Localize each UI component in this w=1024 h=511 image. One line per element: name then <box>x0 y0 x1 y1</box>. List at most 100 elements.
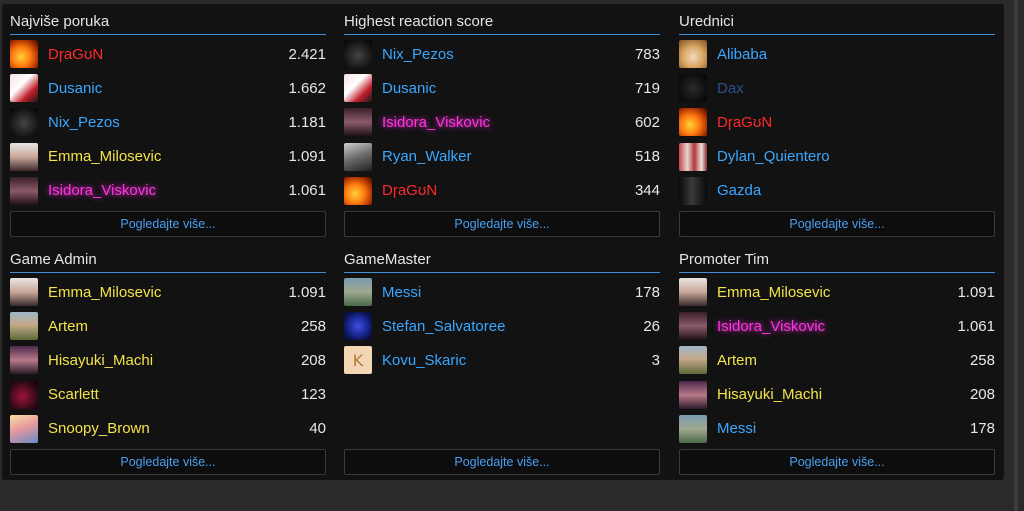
block-title[interactable]: Highest reaction score <box>344 8 660 35</box>
avatar[interactable] <box>10 414 38 443</box>
avatar[interactable] <box>10 40 38 69</box>
block-title[interactable]: Promoter Tim <box>679 246 995 273</box>
list-item: Alibaba <box>679 37 995 71</box>
block-title[interactable]: GameMaster <box>344 246 660 273</box>
avatar[interactable] <box>679 74 707 103</box>
view-more-button[interactable]: Pogledajte više... <box>679 449 995 475</box>
username-link[interactable]: Isidora_Viskovic <box>382 114 635 131</box>
username-link[interactable]: Gazda <box>717 182 995 199</box>
avatar[interactable] <box>10 380 38 409</box>
list-item: Dylan_Quientero <box>679 140 995 174</box>
avatar[interactable] <box>10 108 38 137</box>
username-link[interactable]: Artem <box>717 352 970 369</box>
username-link[interactable]: Emma_Milosevic <box>48 148 288 165</box>
avatar[interactable] <box>679 176 707 205</box>
list-item: Isidora_Viskovic 1.061 <box>10 174 326 208</box>
view-more-button[interactable]: Pogledajte više... <box>344 449 660 475</box>
avatar[interactable] <box>679 108 707 137</box>
member-count: 344 <box>634 182 660 200</box>
username-link[interactable]: Messi <box>382 284 635 301</box>
view-more-button[interactable]: Pogledajte više... <box>344 211 660 237</box>
avatar[interactable] <box>679 414 707 443</box>
avatar[interactable] <box>344 312 372 341</box>
avatar[interactable] <box>10 74 38 103</box>
avatar[interactable] <box>344 142 372 171</box>
view-more-button[interactable]: Pogledajte više... <box>10 449 326 475</box>
username-link[interactable]: Isidora_Viskovic <box>717 318 957 335</box>
avatar[interactable] <box>344 74 372 103</box>
list-item: Scarlett 123 <box>10 378 326 412</box>
username-link[interactable]: DɼaGʊN <box>382 182 635 199</box>
username-link[interactable]: Scarlett <box>48 386 301 403</box>
view-more-button[interactable]: Pogledajte više... <box>679 211 995 237</box>
list-item: Hisayuki_Machi 208 <box>679 378 995 412</box>
username-link[interactable]: Dusanic <box>382 80 635 97</box>
avatar[interactable] <box>679 346 707 375</box>
member-count: 1.091 <box>288 148 326 166</box>
avatar[interactable] <box>679 142 707 171</box>
avatar[interactable] <box>344 278 372 307</box>
username-link[interactable]: Dylan_Quientero <box>717 148 995 165</box>
username-link[interactable]: DɼaGʊN <box>48 46 288 63</box>
member-count: 123 <box>300 386 326 404</box>
avatar[interactable] <box>679 380 707 409</box>
member-block: Game Admin Emma_Milosevic 1.091 Artem 258 His… <box>10 246 326 476</box>
username-link[interactable]: Kovu_Skaric <box>382 352 652 369</box>
username-link[interactable]: Messi <box>717 420 970 437</box>
list-item: Dax <box>679 71 995 105</box>
member-count: 783 <box>634 45 660 63</box>
scrollbar[interactable] <box>1014 0 1018 511</box>
member-count: 26 <box>643 317 660 335</box>
avatar[interactable] <box>10 312 38 341</box>
list-item: DɼaGʊN 2.421 <box>10 37 326 71</box>
username-link[interactable]: Emma_Milosevic <box>48 284 288 301</box>
avatar[interactable] <box>679 312 707 341</box>
avatar[interactable] <box>344 176 372 205</box>
block-title[interactable]: Urednici <box>679 8 995 35</box>
username-link[interactable]: Nix_Pezos <box>48 114 288 131</box>
avatar[interactable] <box>679 40 707 69</box>
username-link[interactable]: Emma_Milosevic <box>717 284 957 301</box>
member-block: Promoter Tim Emma_Milosevic 1.091 Isidora_V… <box>679 246 995 476</box>
username-link[interactable]: Hisayuki_Machi <box>48 352 301 369</box>
username-link[interactable]: Hisayuki_Machi <box>717 386 970 403</box>
avatar-letter: K <box>352 350 364 370</box>
avatar[interactable] <box>10 278 38 307</box>
member-count: 178 <box>634 283 660 301</box>
list-item: Nix_Pezos 783 <box>344 37 660 71</box>
member-count: 258 <box>969 351 995 369</box>
avatar[interactable]: K <box>344 346 372 375</box>
list-item: Isidora_Viskovic 602 <box>344 105 660 139</box>
list-item: Messi 178 <box>344 275 660 309</box>
username-link[interactable]: Isidora_Viskovic <box>48 182 288 199</box>
avatar[interactable] <box>344 108 372 137</box>
avatar[interactable] <box>344 40 372 69</box>
member-count: 1.091 <box>288 283 326 301</box>
username-link[interactable]: Artem <box>48 318 301 335</box>
list-item: Isidora_Viskovic 1.061 <box>679 309 995 343</box>
username-link[interactable]: DɼaGʊN <box>717 114 995 131</box>
avatar[interactable] <box>10 176 38 205</box>
list-item: Snoopy_Brown 40 <box>10 412 326 446</box>
username-link[interactable]: Alibaba <box>717 46 995 63</box>
username-link[interactable]: Snoopy_Brown <box>48 420 309 437</box>
member-count: 1.061 <box>288 182 326 200</box>
list-item: Nix_Pezos 1.181 <box>10 105 326 139</box>
avatar[interactable] <box>10 346 38 375</box>
member-block: GameMaster Messi 178 Stefan_Salvatoree 26 K Ko… <box>344 246 660 476</box>
username-link[interactable]: Stefan_Salvatoree <box>382 318 643 335</box>
member-count: 719 <box>634 79 660 97</box>
member-count: 3 <box>651 351 660 369</box>
block-title[interactable]: Game Admin <box>10 246 326 273</box>
username-link[interactable]: Dusanic <box>48 80 288 97</box>
username-link[interactable]: Dax <box>717 80 995 97</box>
username-link[interactable]: Ryan_Walker <box>382 148 635 165</box>
username-link[interactable]: Nix_Pezos <box>382 46 635 63</box>
list-item: Emma_Milosevic 1.091 <box>10 275 326 309</box>
view-more-button[interactable]: Pogledajte više... <box>10 211 326 237</box>
block-title[interactable]: Najviše poruka <box>10 8 326 35</box>
avatar[interactable] <box>679 278 707 307</box>
list-item: Emma_Milosevic 1.091 <box>10 140 326 174</box>
avatar[interactable] <box>10 142 38 171</box>
member-block: Najviše poruka DɼaGʊN 2.421 Dusanic 1.662 Nix… <box>10 8 326 238</box>
